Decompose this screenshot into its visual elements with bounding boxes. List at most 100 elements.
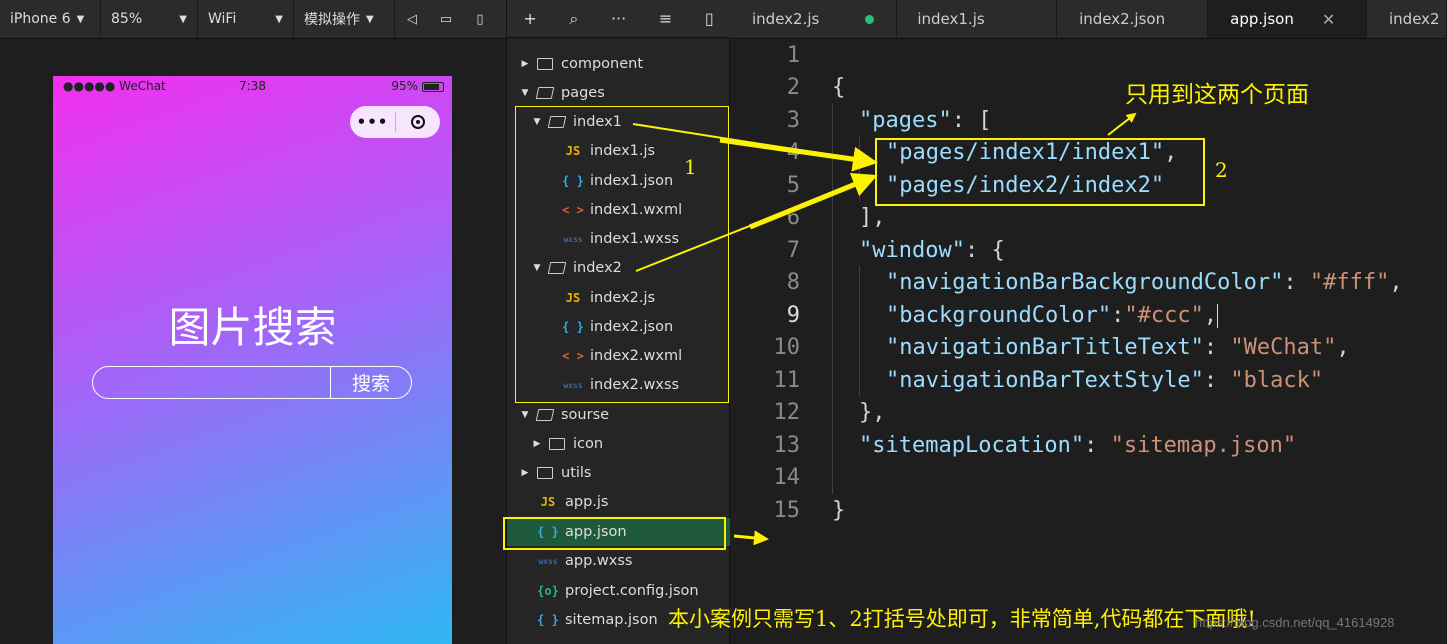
code-line: },	[859, 400, 886, 425]
code-line: "sitemapLocation": "sitemap.json"	[859, 433, 1296, 458]
more-menu-icon[interactable]: •••	[350, 113, 395, 131]
tree-file-app-wxss[interactable]: wxss app.wxss	[507, 547, 759, 575]
collapse-icon[interactable]: ≡	[659, 9, 672, 28]
code-line: "backgroundColor":"#ccc",	[886, 303, 1219, 328]
tree-folder-pages[interactable]: ▼ pages	[507, 79, 741, 107]
chevron-down-icon: ▼	[179, 13, 187, 25]
tree-label: pages	[561, 85, 605, 101]
line-number: 14	[773, 465, 801, 490]
code-line: "window": {	[859, 238, 1005, 263]
line-number: 4	[786, 140, 800, 165]
line-number: 2	[786, 75, 800, 100]
code-value: "WeChat"	[1230, 335, 1337, 360]
caret-down-icon: ▼	[521, 410, 529, 420]
carrier-text: ●●●●● WeChat	[63, 79, 166, 93]
search-icon[interactable]: ⌕	[569, 9, 578, 29]
line-number: 3	[786, 108, 800, 133]
indent-guide	[859, 136, 860, 201]
tab-index2-js[interactable]: index2.js	[730, 0, 898, 38]
code-token: ,	[1389, 270, 1403, 295]
code-key: "sitemapLocation"	[859, 433, 1085, 458]
code-token: ,	[1336, 335, 1350, 360]
tree-label: icon	[573, 436, 604, 452]
search-button[interactable]: 搜索	[331, 367, 411, 398]
code-value: "sitemap.json"	[1110, 433, 1297, 458]
code-token: :	[1203, 368, 1231, 393]
folder-icon	[549, 438, 565, 450]
folder-icon	[537, 58, 553, 70]
tree-folder-component[interactable]: ▶ component	[507, 50, 741, 78]
caret-right-icon: ▶	[521, 468, 529, 478]
tab-label: index2.json	[1079, 10, 1166, 28]
folder-icon	[537, 467, 553, 479]
code-key: "pages"	[859, 108, 952, 133]
line-number: 10	[773, 335, 801, 360]
tree-label: project.config.json	[565, 583, 699, 599]
code-key: "navigationBarTitleText"	[886, 335, 1204, 360]
more-icon[interactable]: ···	[611, 9, 626, 28]
mini-program-capsule: •••	[350, 106, 440, 138]
annotation-bottom-note: 本小案例只需写1、2打括号处即可，非常简单,代码都在下面哦!	[668, 607, 1256, 631]
chevron-down-icon: ▼	[76, 13, 85, 25]
tab-index2-json[interactable]: index2.json	[1057, 0, 1209, 38]
watermark-text: https://blog.csdn.net/qq_41614928	[1195, 615, 1395, 630]
tab-label: index1.js	[917, 10, 985, 28]
tab-index1-js[interactable]: index1.js	[897, 0, 1058, 38]
tree-folder-sourse[interactable]: ▼ sourse	[507, 401, 741, 429]
code-line: }	[832, 498, 845, 523]
indent-guide	[859, 266, 860, 396]
network-label: WiFi	[208, 11, 237, 27]
folder-open-icon	[535, 87, 555, 99]
indent-guide	[832, 104, 833, 494]
tab-label: app.json	[1230, 10, 1294, 28]
tree-folder-utils[interactable]: ▶ utils	[507, 459, 741, 487]
js-file-icon: JS	[540, 495, 556, 509]
tree-file-app-js[interactable]: JS app.js	[507, 488, 759, 516]
close-icon[interactable]: ✕	[1322, 10, 1335, 29]
tree-file-project-config[interactable]: {o} project.config.json	[507, 577, 759, 605]
code-line: "navigationBarTitleText": "WeChat",	[886, 335, 1350, 360]
chevron-down-icon: ▼	[275, 13, 283, 25]
code-token: : {	[964, 238, 1005, 263]
search-bar: 搜索	[92, 366, 412, 399]
line-number: 12	[773, 400, 801, 425]
annotation-label-1: 1	[684, 155, 697, 179]
close-mini-program-icon[interactable]	[396, 115, 440, 129]
code-editor[interactable]: 1 2 3 4 5 6 7 8 9 10 11 12 13 14 15 { "p…	[730, 39, 1447, 644]
network-select[interactable]: WiFi ▼	[198, 0, 294, 38]
battery-icon	[422, 82, 444, 92]
annotation-box-code	[875, 138, 1205, 206]
line-number: 1	[786, 43, 800, 68]
zoom-label: 85%	[111, 11, 143, 27]
tab-app-json[interactable]: app.json ✕	[1208, 0, 1367, 38]
code-key: "navigationBarBackgroundColor"	[886, 270, 1284, 295]
zoom-select[interactable]: 85% ▼	[101, 0, 198, 38]
simulator-panel: ●●●●● WeChat 7:38 95% ••• 图片搜索 搜索	[0, 39, 506, 644]
annotation-top-note: 只用到这两个页面	[1125, 82, 1309, 108]
wxss-file-icon: wxss	[538, 556, 558, 566]
operation-label: 模拟操作	[304, 12, 360, 28]
device-label: iPhone 6	[10, 11, 71, 27]
device-select[interactable]: iPhone 6 ▼	[0, 0, 101, 38]
code-token: :	[1111, 303, 1125, 328]
split-icon[interactable]: ▯	[705, 9, 714, 28]
tree-label: app.js	[565, 494, 609, 510]
status-bar: ●●●●● WeChat 7:38 95%	[53, 76, 452, 96]
folder-open-icon	[535, 409, 555, 421]
editor-tabs: index2.js index1.js index2.json app.json…	[730, 0, 1447, 39]
tree-folder-icon[interactable]: ▶ icon	[507, 430, 753, 458]
chevron-down-icon: ▼	[366, 13, 374, 25]
search-input[interactable]	[93, 367, 331, 398]
tab-index2[interactable]: index2	[1367, 0, 1447, 38]
add-icon[interactable]: +	[523, 9, 536, 28]
code-line: "pages": [	[859, 108, 991, 133]
code-line: "navigationBarTextStyle": "black"	[886, 368, 1323, 393]
code-token: ,	[1203, 303, 1218, 328]
window-icon[interactable]: ▭	[429, 0, 463, 38]
json-file-icon: { }	[537, 613, 559, 627]
split-icon[interactable]: ▯	[463, 0, 497, 38]
modified-dot-icon	[865, 14, 875, 24]
sound-icon[interactable]: ◁	[395, 0, 429, 38]
line-number: 11	[773, 368, 801, 393]
operation-select[interactable]: 模拟操作 ▼	[294, 0, 395, 38]
